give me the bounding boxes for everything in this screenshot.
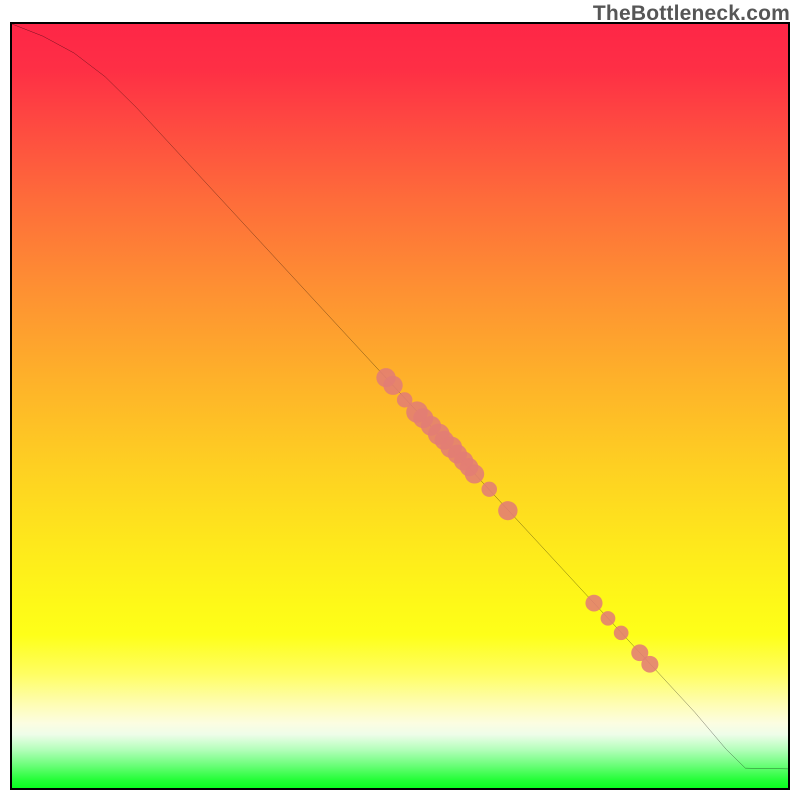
scatter-point bbox=[585, 595, 602, 612]
scatter-point bbox=[498, 501, 517, 520]
scatter-point bbox=[614, 626, 629, 641]
watermark-text: TheBottleneck.com bbox=[593, 2, 790, 26]
scatter-point bbox=[481, 482, 497, 497]
scatter-point bbox=[601, 611, 616, 626]
plot-area bbox=[12, 24, 788, 788]
scatter-point bbox=[383, 376, 402, 395]
chart-svg bbox=[12, 24, 788, 788]
chart-stage: TheBottleneck.com bbox=[0, 0, 800, 800]
scatter-point bbox=[641, 656, 658, 673]
scatter-point bbox=[465, 464, 484, 483]
